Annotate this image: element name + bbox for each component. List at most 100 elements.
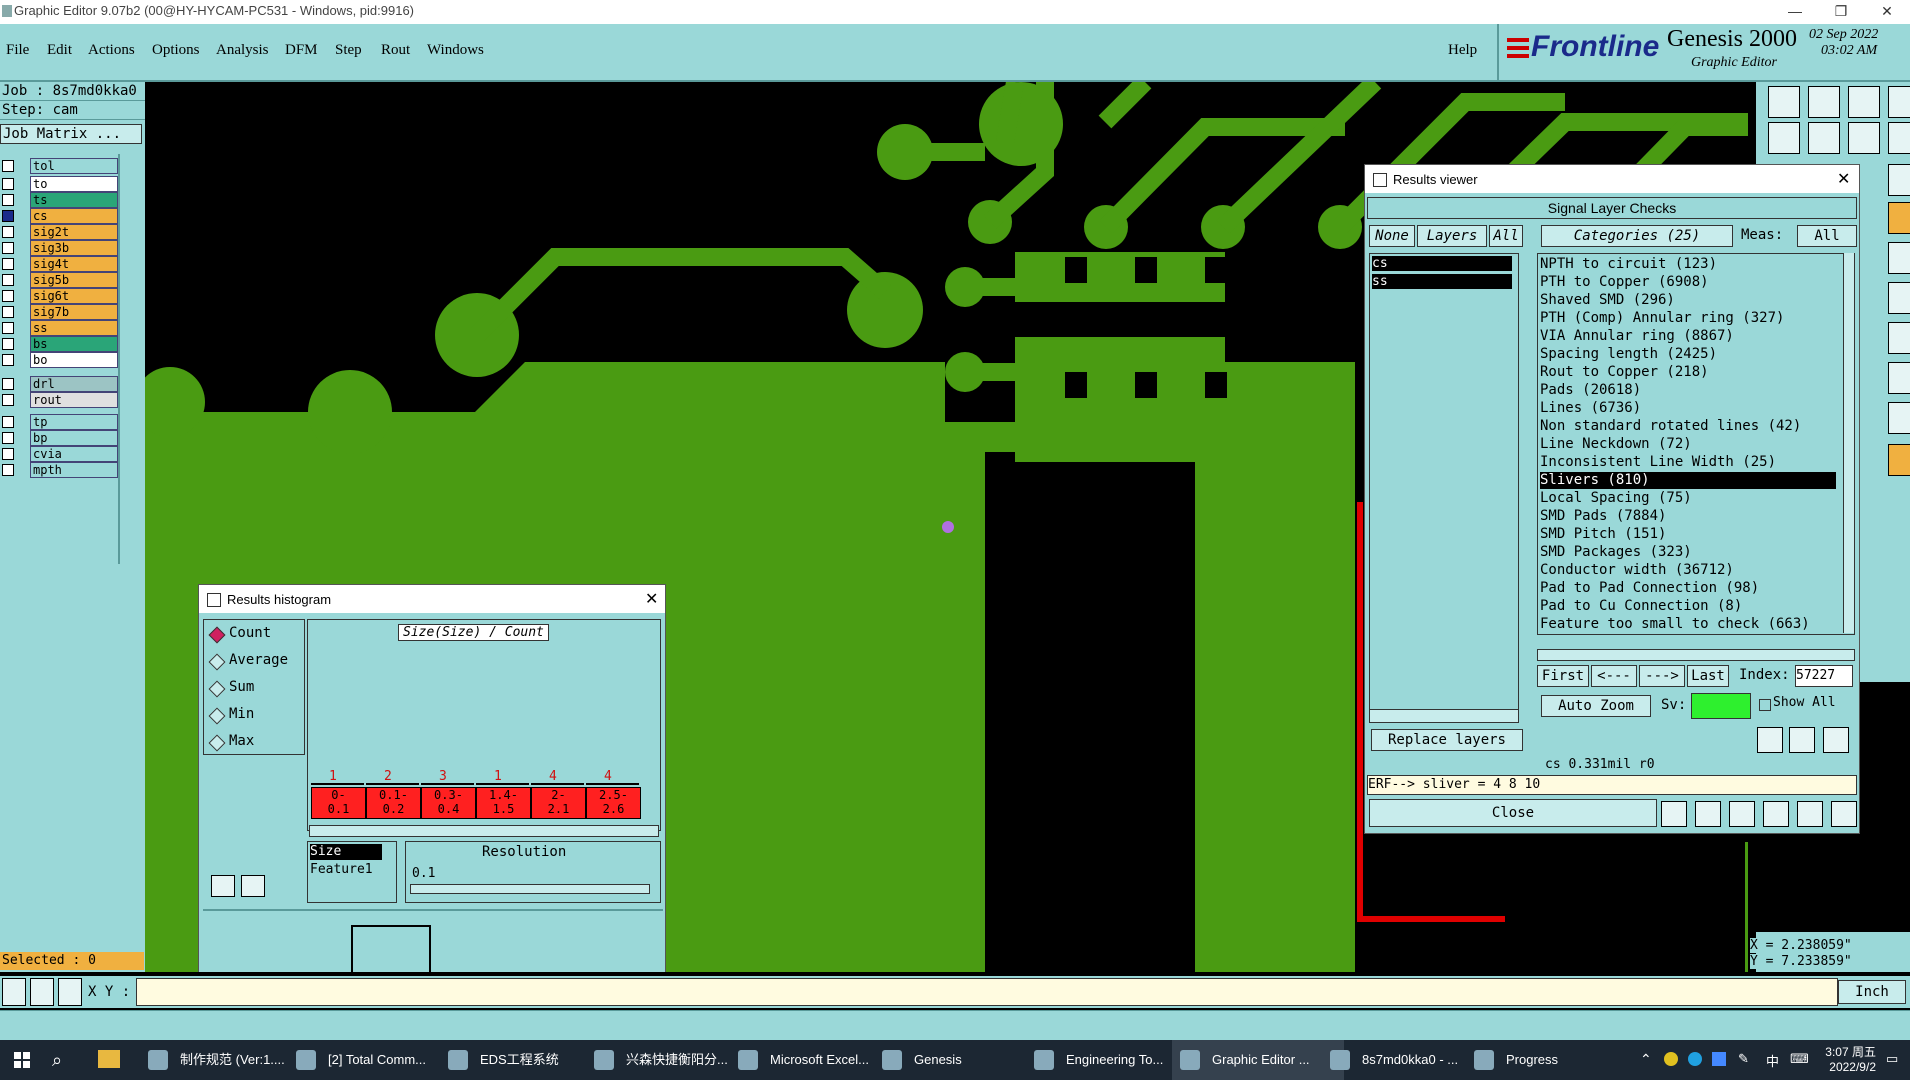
toolbar-export-icon[interactable] bbox=[1808, 122, 1840, 154]
close-button[interactable]: Close bbox=[1369, 799, 1657, 827]
toolbar-open-icon[interactable] bbox=[1768, 86, 1800, 118]
error-marker[interactable] bbox=[942, 521, 954, 533]
category-item[interactable]: Lines (6736) bbox=[1540, 400, 1836, 417]
histogram-bin[interactable]: 2.5- 2.6 bbox=[586, 787, 641, 819]
toolbar-align-icon[interactable] bbox=[1888, 122, 1910, 154]
layer-item[interactable]: bp bbox=[30, 430, 118, 446]
category-item[interactable]: VIA Annular ring (8867) bbox=[1540, 328, 1836, 345]
toolbar-arc-icon[interactable] bbox=[1888, 402, 1910, 434]
layer-item[interactable]: cs bbox=[30, 208, 118, 224]
layer-checkbox[interactable] bbox=[2, 416, 14, 428]
toolbar-import-icon[interactable] bbox=[1768, 122, 1800, 154]
toolbar-measure-icon[interactable] bbox=[1888, 202, 1910, 234]
category-item[interactable]: Feature too small to check (663) bbox=[1540, 616, 1836, 633]
histogram-close-icon[interactable]: ✕ bbox=[645, 589, 658, 609]
notification-icon[interactable]: ▭ bbox=[1886, 1051, 1898, 1067]
categories-scrollbar[interactable] bbox=[1843, 253, 1854, 633]
layers-all-button[interactable]: All bbox=[1489, 225, 1523, 247]
tool-icon-4[interactable] bbox=[1763, 801, 1789, 827]
category-item[interactable]: PTH (Comp) Annular ring (327) bbox=[1540, 310, 1836, 327]
layer-checkbox[interactable] bbox=[2, 394, 14, 406]
next-button[interactable]: ---> bbox=[1639, 665, 1685, 687]
toolbar-help-icon[interactable] bbox=[1888, 164, 1910, 196]
layer-list-scrollbar[interactable] bbox=[1369, 709, 1519, 723]
ref-icon[interactable] bbox=[241, 875, 265, 897]
index-input[interactable]: 57227 bbox=[1795, 665, 1853, 687]
category-item[interactable]: Pads (20618) bbox=[1540, 382, 1836, 399]
category-item[interactable]: Rout to Copper (218) bbox=[1540, 364, 1836, 381]
tray-ime-icon[interactable]: ⌨ bbox=[1790, 1051, 1809, 1067]
category-item[interactable]: SMD Packages (323) bbox=[1540, 544, 1836, 561]
show-all-checkbox[interactable] bbox=[1759, 699, 1771, 711]
layer-checkbox[interactable] bbox=[2, 226, 14, 238]
category-item[interactable]: Local Spacing (75) bbox=[1540, 490, 1836, 507]
layer-checkbox[interactable] bbox=[2, 322, 14, 334]
first-button[interactable]: First bbox=[1537, 665, 1589, 687]
layer-item[interactable]: to bbox=[30, 176, 118, 192]
layer-checkbox[interactable] bbox=[2, 160, 14, 172]
toolbar-ff-icon[interactable] bbox=[1888, 322, 1910, 354]
layer-checkbox[interactable] bbox=[2, 210, 14, 222]
category-item[interactable]: Line Neckdown (72) bbox=[1540, 436, 1836, 453]
zoom-in-icon[interactable] bbox=[30, 978, 54, 1006]
del-icon[interactable] bbox=[211, 875, 235, 897]
toolbar-shapes-icon[interactable] bbox=[1888, 362, 1910, 394]
menu-dfm[interactable]: DFM bbox=[285, 42, 318, 59]
results-viewer-close-icon[interactable]: ✕ bbox=[1837, 169, 1850, 189]
ref-icon[interactable] bbox=[1789, 727, 1815, 753]
categories-button[interactable]: Categories (25) bbox=[1541, 225, 1733, 247]
layer-checkbox[interactable] bbox=[2, 448, 14, 460]
layer-checkbox[interactable] bbox=[2, 258, 14, 270]
layer-item[interactable]: tol bbox=[30, 158, 118, 174]
last-button[interactable]: Last bbox=[1687, 665, 1729, 687]
histogram-bin[interactable]: 0.3- 0.4 bbox=[421, 787, 476, 819]
start-icon[interactable] bbox=[14, 1052, 30, 1068]
tool-icon-2[interactable] bbox=[1695, 801, 1721, 827]
meas-select[interactable]: All bbox=[1797, 225, 1857, 247]
toolbar-connect-icon[interactable] bbox=[1888, 282, 1910, 314]
minimize-button[interactable]: — bbox=[1772, 0, 1818, 24]
taskbar-item[interactable]: [2] Total Comm... bbox=[288, 1040, 460, 1080]
job-matrix-button[interactable]: Job Matrix ... bbox=[0, 124, 142, 144]
zoom-out-icon[interactable] bbox=[2, 978, 26, 1006]
maximize-button[interactable]: ❐ bbox=[1818, 0, 1864, 24]
layer-checkbox[interactable] bbox=[2, 290, 14, 302]
category-item[interactable]: NPTH to circuit (123) bbox=[1540, 256, 1836, 273]
tool-icon-5[interactable] bbox=[1797, 801, 1823, 827]
toolbar-layout-icon[interactable] bbox=[1848, 122, 1880, 154]
sv-color-select[interactable] bbox=[1691, 693, 1751, 719]
close-window-button[interactable]: ✕ bbox=[1864, 0, 1910, 24]
taskbar-item[interactable]: Genesis bbox=[874, 1040, 1046, 1080]
toolbar-record-icon[interactable] bbox=[1888, 242, 1910, 274]
toolbar-pointer-icon[interactable] bbox=[1888, 444, 1910, 476]
taskbar-item[interactable]: Graphic Editor ... bbox=[1172, 1040, 1344, 1080]
category-item[interactable]: Inconsistent Line Width (25) bbox=[1540, 454, 1836, 471]
layer-item[interactable]: sig4t bbox=[30, 256, 118, 272]
layer-item[interactable]: drl bbox=[30, 376, 118, 392]
prev-button[interactable]: <--- bbox=[1591, 665, 1637, 687]
tray-chevron-icon[interactable]: ⌃ bbox=[1640, 1051, 1652, 1068]
layer-item[interactable]: mpth bbox=[30, 462, 118, 478]
layer-checkbox[interactable] bbox=[2, 464, 14, 476]
histogram-bin[interactable]: 0.1- 0.2 bbox=[366, 787, 421, 819]
tray-bluetooth-icon[interactable] bbox=[1712, 1052, 1726, 1066]
layer-item[interactable]: bo bbox=[30, 352, 118, 368]
file-explorer-icon[interactable] bbox=[98, 1050, 120, 1068]
layer-item[interactable]: ss bbox=[30, 320, 118, 336]
unit-select[interactable]: Inch bbox=[1838, 980, 1906, 1004]
search-icon[interactable]: ⌕ bbox=[52, 1050, 62, 1071]
layer-checkbox[interactable] bbox=[2, 378, 14, 390]
layer-checkbox[interactable] bbox=[2, 274, 14, 286]
menu-actions[interactable]: Actions bbox=[88, 42, 135, 59]
menu-analysis[interactable]: Analysis bbox=[216, 42, 269, 59]
category-item[interactable]: Pad to Cu Connection (8) bbox=[1540, 598, 1836, 615]
layer-item[interactable]: sig7b bbox=[30, 304, 118, 320]
layer-checkbox[interactable] bbox=[2, 178, 14, 190]
category-item[interactable]: PTH to Copper (6908) bbox=[1540, 274, 1836, 291]
toolbar-home-icon[interactable] bbox=[1848, 86, 1880, 118]
xy-input[interactable] bbox=[136, 978, 1838, 1006]
clock-date[interactable]: 2022/9/2 bbox=[1816, 1060, 1876, 1074]
tool-icon-3[interactable] bbox=[1729, 801, 1755, 827]
category-item[interactable]: Non standard rotated lines (42) bbox=[1540, 418, 1836, 435]
menu-step[interactable]: Step bbox=[335, 42, 362, 59]
